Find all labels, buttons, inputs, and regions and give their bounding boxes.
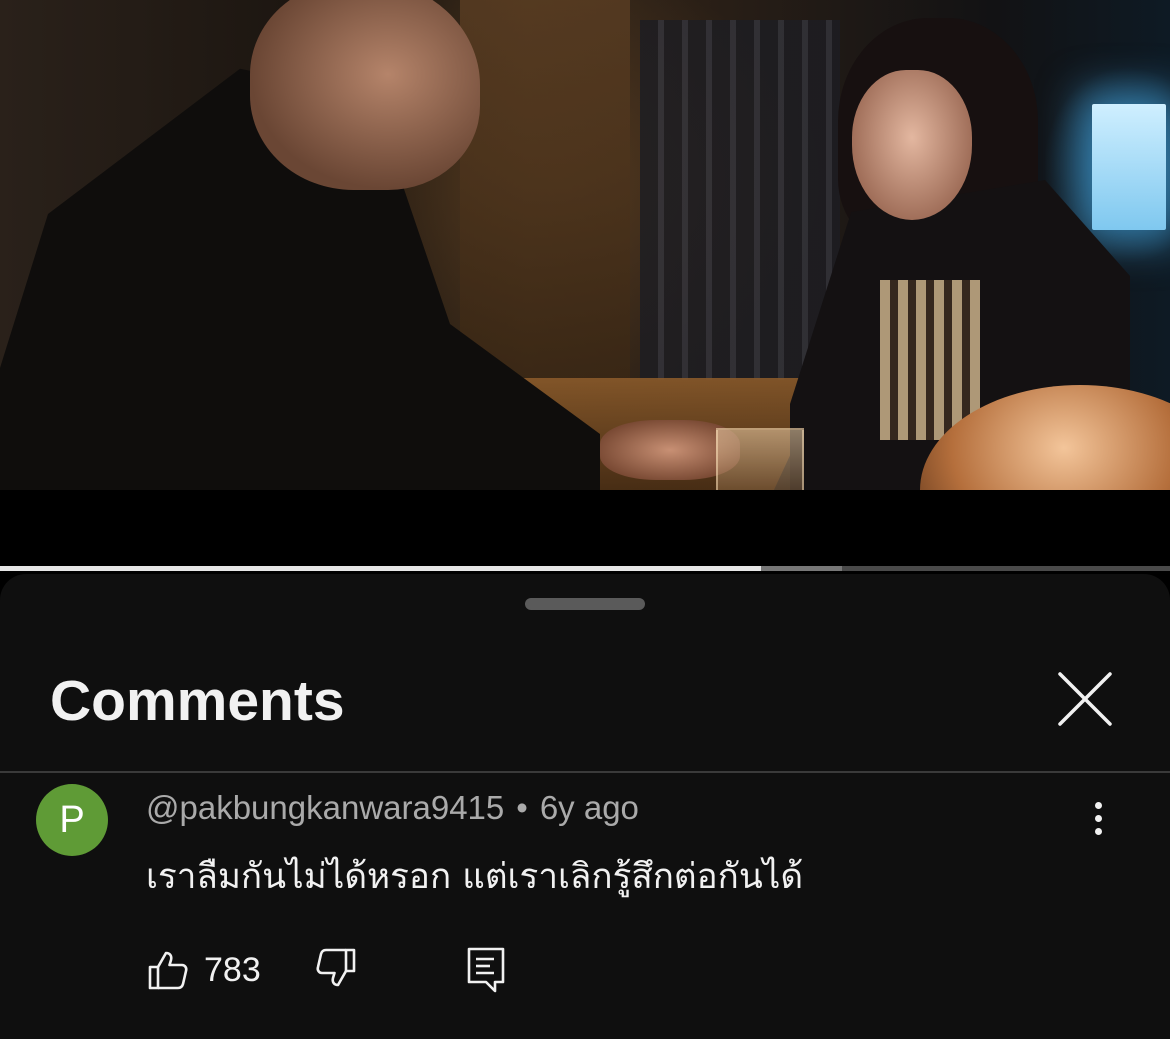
like-button[interactable]: 783 [146, 946, 261, 994]
video-progress-bar[interactable] [0, 566, 1170, 571]
video-scene-woman-face [852, 70, 972, 220]
like-count: 783 [204, 950, 261, 989]
dislike-button[interactable] [314, 946, 360, 994]
comment-text: เราลืมกันไม่ได้หรอก แต่เราเลิกรู้สึกต่อก… [146, 857, 804, 897]
video-player[interactable] [0, 0, 1170, 490]
avatar[interactable]: P [36, 784, 108, 856]
thumb-up-icon [148, 951, 188, 990]
thumb-down-icon [316, 948, 356, 987]
video-scene-lamp [1092, 104, 1166, 230]
close-icon [1058, 672, 1112, 726]
avatar-letter: P [59, 799, 85, 841]
comment-time: 6y ago [539, 789, 639, 826]
video-scene-man-head [250, 0, 480, 190]
video-played-bar [0, 566, 761, 571]
video-scene-wall [460, 0, 630, 380]
header-divider [0, 771, 1170, 773]
more-vertical-icon [1082, 802, 1114, 835]
meta-separator: • [516, 789, 528, 826]
comments-sheet: Comments P @pakbungkanwara9415 • 6y ago เร… [0, 574, 1170, 1039]
video-scene-blinds [640, 20, 840, 380]
comment-author[interactable]: @pakbungkanwara9415 [146, 789, 504, 826]
video-letterbox [0, 490, 1170, 570]
reply-icon [467, 947, 505, 993]
close-button[interactable] [1052, 666, 1118, 732]
sheet-drag-handle[interactable] [525, 598, 645, 610]
video-scene-glass [716, 428, 804, 490]
comments-title: Comments [50, 669, 345, 733]
comment-meta: @pakbungkanwara9415 • 6y ago [146, 786, 639, 830]
reply-button[interactable] [466, 946, 508, 994]
more-options-button[interactable] [1082, 796, 1114, 844]
